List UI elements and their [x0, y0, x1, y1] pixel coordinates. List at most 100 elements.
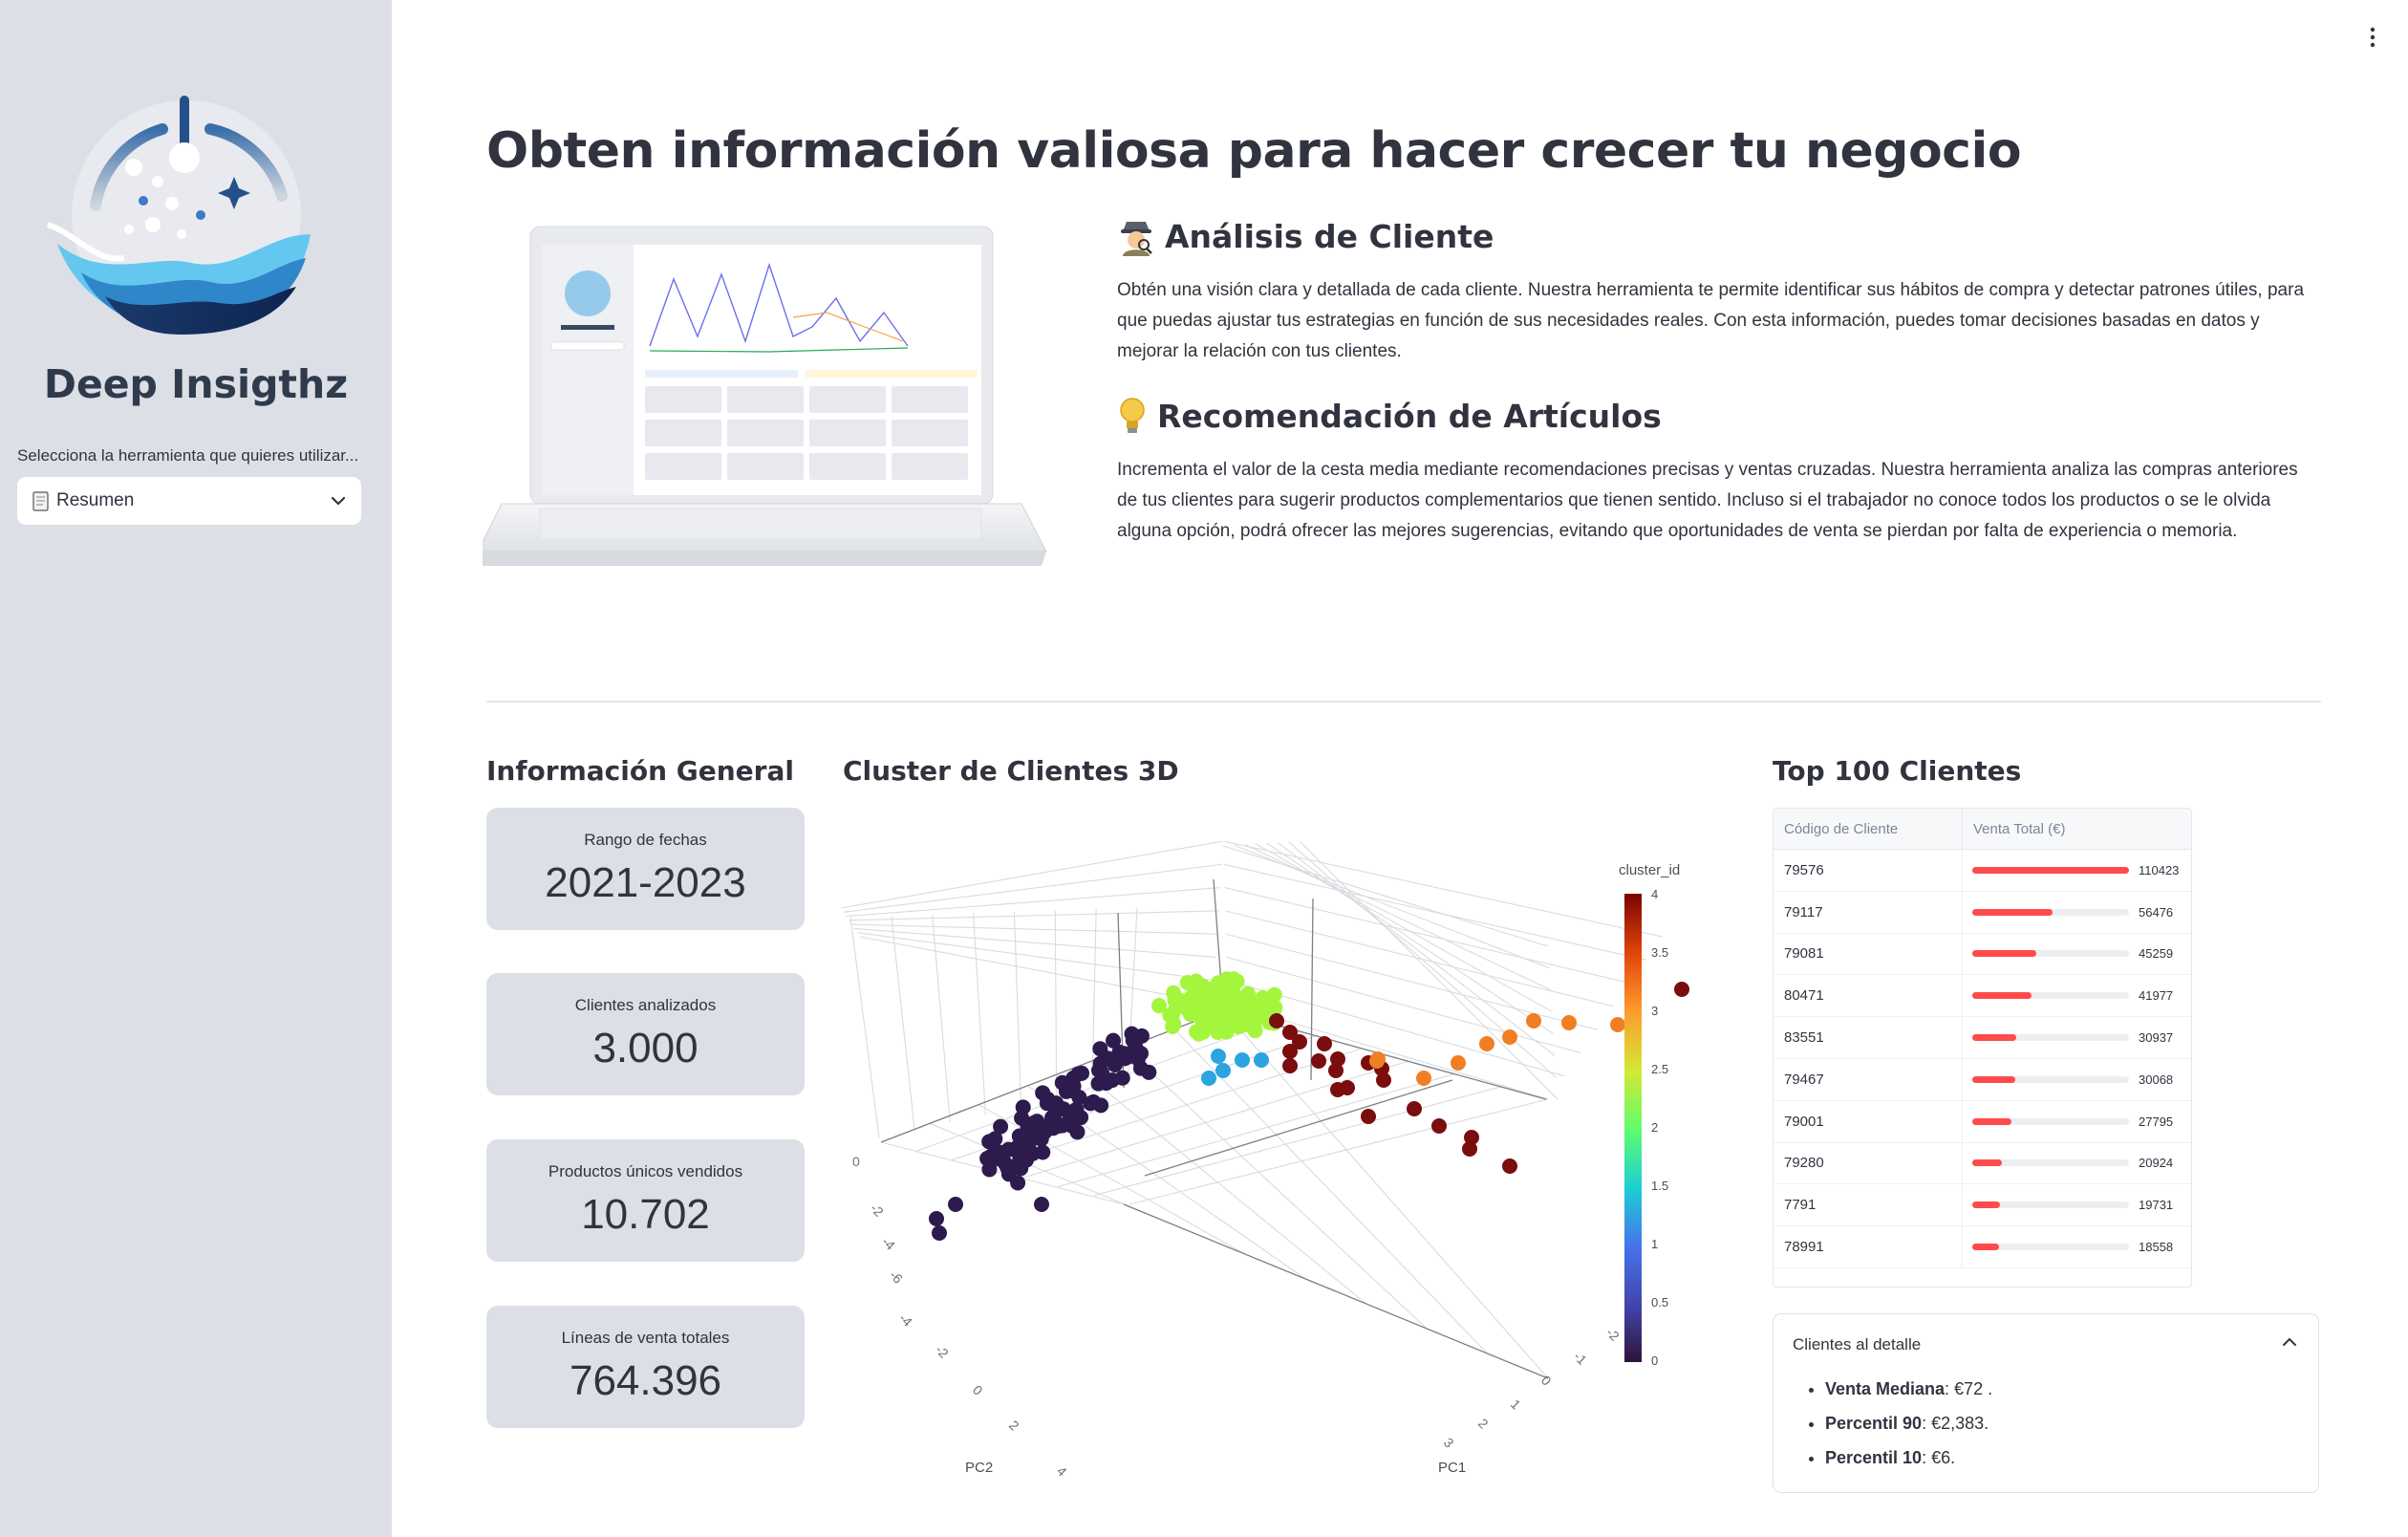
metric-value: 2021-2023: [545, 859, 746, 906]
cluster-3d-chart[interactable]: 0-2-4-6-4-2024-2-10123 PC2 PC1 cluster_i…: [841, 841, 1701, 1525]
list-item: Venta Mediana: €72 .: [1825, 1372, 1992, 1406]
detail-list: Venta Mediana: €72 . Percentil 90: €2,38…: [1804, 1372, 1992, 1475]
detail-label: Venta Mediana: [1825, 1379, 1946, 1398]
sales-value: 18558: [2139, 1240, 2174, 1255]
cluster-point: [1090, 1075, 1107, 1092]
axis-tick-label: -2: [868, 1201, 887, 1220]
metric-card: Clientes analizados 3.000: [486, 973, 805, 1095]
cluster-point: [1240, 1014, 1257, 1030]
cluster-point: [1269, 1013, 1284, 1028]
cluster-point: [1282, 1044, 1298, 1059]
colorbar-title: cluster_id: [1619, 862, 1680, 878]
cluster-point: [1462, 1141, 1477, 1157]
column-header-code[interactable]: Código de Cliente: [1774, 809, 1963, 849]
cluster-point: [1260, 998, 1277, 1014]
sales-cell: 18558: [1963, 1226, 2191, 1267]
sales-bar: [1972, 1201, 2129, 1209]
divider: [486, 701, 2321, 703]
cluster-point: [1526, 1013, 1541, 1028]
colorbar-tick: 1: [1651, 1237, 1658, 1251]
table-row[interactable]: 7791 19731: [1774, 1184, 2191, 1227]
table-row[interactable]: 83551 30937: [1774, 1017, 2191, 1059]
cluster-point: [1330, 1051, 1345, 1067]
cluster-point: [1071, 1089, 1087, 1105]
sales-value: 20924: [2139, 1156, 2174, 1171]
cluster-point: [1166, 1016, 1182, 1032]
colorbar-tick: 3: [1651, 1004, 1658, 1018]
sales-cell: 20924: [1963, 1143, 2191, 1184]
cluster-point: [1107, 1056, 1123, 1072]
chevron-up-icon[interactable]: [2282, 1337, 2297, 1347]
cluster-point: [1056, 1101, 1072, 1117]
table-row[interactable]: 79001 27795: [1774, 1100, 2191, 1143]
cluster-point: [1201, 1071, 1216, 1086]
axis-tick-label: -4: [879, 1234, 898, 1253]
sales-bar-fill: [1972, 866, 2129, 874]
cluster-point: [929, 1211, 944, 1226]
top-clients-table[interactable]: Código de Cliente Venta Total (€) 79576 1…: [1773, 808, 2192, 1288]
cluster-points: [929, 971, 1689, 1241]
axis-tick-label: 4: [1054, 1463, 1070, 1480]
lightbulb-icon: [1120, 398, 1145, 433]
sales-cell: 41977: [1963, 975, 2191, 1016]
cluster-point: [1128, 1040, 1144, 1056]
table-row[interactable]: 79467 30068: [1774, 1058, 2191, 1101]
sales-value: 41977: [2139, 988, 2174, 1004]
expander-header[interactable]: Clientes al detalle: [1793, 1335, 1921, 1354]
metric-card: Líneas de venta totales 764.396: [486, 1306, 805, 1428]
cluster-point: [1024, 1145, 1041, 1161]
cluster-point: [1226, 971, 1242, 987]
colorbar-tick: 2: [1651, 1120, 1658, 1135]
colorbar-tick: 3.5: [1651, 945, 1668, 960]
cluster-point: [1211, 1049, 1226, 1064]
detective-icon: [1121, 222, 1152, 256]
tool-select[interactable]: Resumen: [17, 477, 361, 525]
cluster-point: [1479, 1036, 1494, 1051]
list-item: Percentil 90: €2,383.: [1825, 1406, 1992, 1440]
sales-cell: 19731: [1963, 1184, 2191, 1225]
cluster-point: [1282, 1058, 1298, 1073]
chevron-down-icon: [331, 496, 346, 506]
tool-select-value: Resumen: [56, 490, 135, 510]
table-row[interactable]: 79117 56476: [1774, 891, 2191, 934]
sales-value: 110423: [2139, 862, 2180, 877]
laptop-preview-image: [483, 226, 1047, 566]
general-info-title: Información General: [486, 755, 794, 787]
cluster-point: [1124, 1026, 1140, 1042]
sales-value: 30068: [2139, 1072, 2174, 1087]
table-row[interactable]: 79280 20924: [1774, 1142, 2191, 1185]
cluster-point: [1407, 1101, 1422, 1116]
colorbar-tick: 2.5: [1651, 1062, 1668, 1076]
cluster-point: [1020, 1117, 1036, 1134]
colorbar-tick: 0: [1651, 1353, 1658, 1368]
cluster-point: [1361, 1109, 1376, 1124]
section-text-recommendations: Incrementa el valor de la cesta media me…: [1117, 460, 2298, 541]
table-row[interactable]: 80471 41977: [1774, 975, 2191, 1018]
cluster-point: [1187, 982, 1203, 998]
client-code: 79280: [1774, 1142, 1963, 1184]
detail-label: Percentil 90: [1825, 1414, 1923, 1433]
axis-tick-label: 0: [970, 1382, 986, 1398]
sales-bar-fill: [1972, 950, 2037, 958]
cluster-point: [1416, 1071, 1431, 1086]
cluster-point: [1610, 1017, 1625, 1032]
cluster-point: [991, 1144, 1007, 1160]
table-row[interactable]: 79576 110423: [1774, 850, 2191, 892]
main-menu-icon[interactable]: [2370, 27, 2376, 48]
table-row[interactable]: 78991 18558: [1774, 1226, 2191, 1268]
cluster-point: [1166, 985, 1182, 1001]
section-title-customer-analysis: Análisis de Cliente: [1117, 216, 1494, 256]
metric-card: Productos únicos vendidos 10.702: [486, 1139, 805, 1262]
detail-expander: Clientes al detalle Venta Mediana: €72 .…: [1773, 1313, 2319, 1493]
page-title: Obten información valiosa para hacer cre…: [486, 122, 2022, 180]
axis-tick-label: -2: [933, 1342, 952, 1361]
column-header-sales[interactable]: Venta Total (€): [1963, 809, 2065, 849]
cluster-chart-title: Cluster de Clientes 3D: [843, 755, 1179, 787]
cluster-point: [1195, 1024, 1212, 1040]
sales-cell: 30068: [1963, 1059, 2191, 1100]
client-code: 83551: [1774, 1017, 1963, 1058]
cluster-point: [948, 1197, 963, 1212]
sales-bar: [1972, 1159, 2129, 1167]
sales-bar: [1972, 992, 2129, 1000]
table-row[interactable]: 79081 45259: [1774, 933, 2191, 976]
